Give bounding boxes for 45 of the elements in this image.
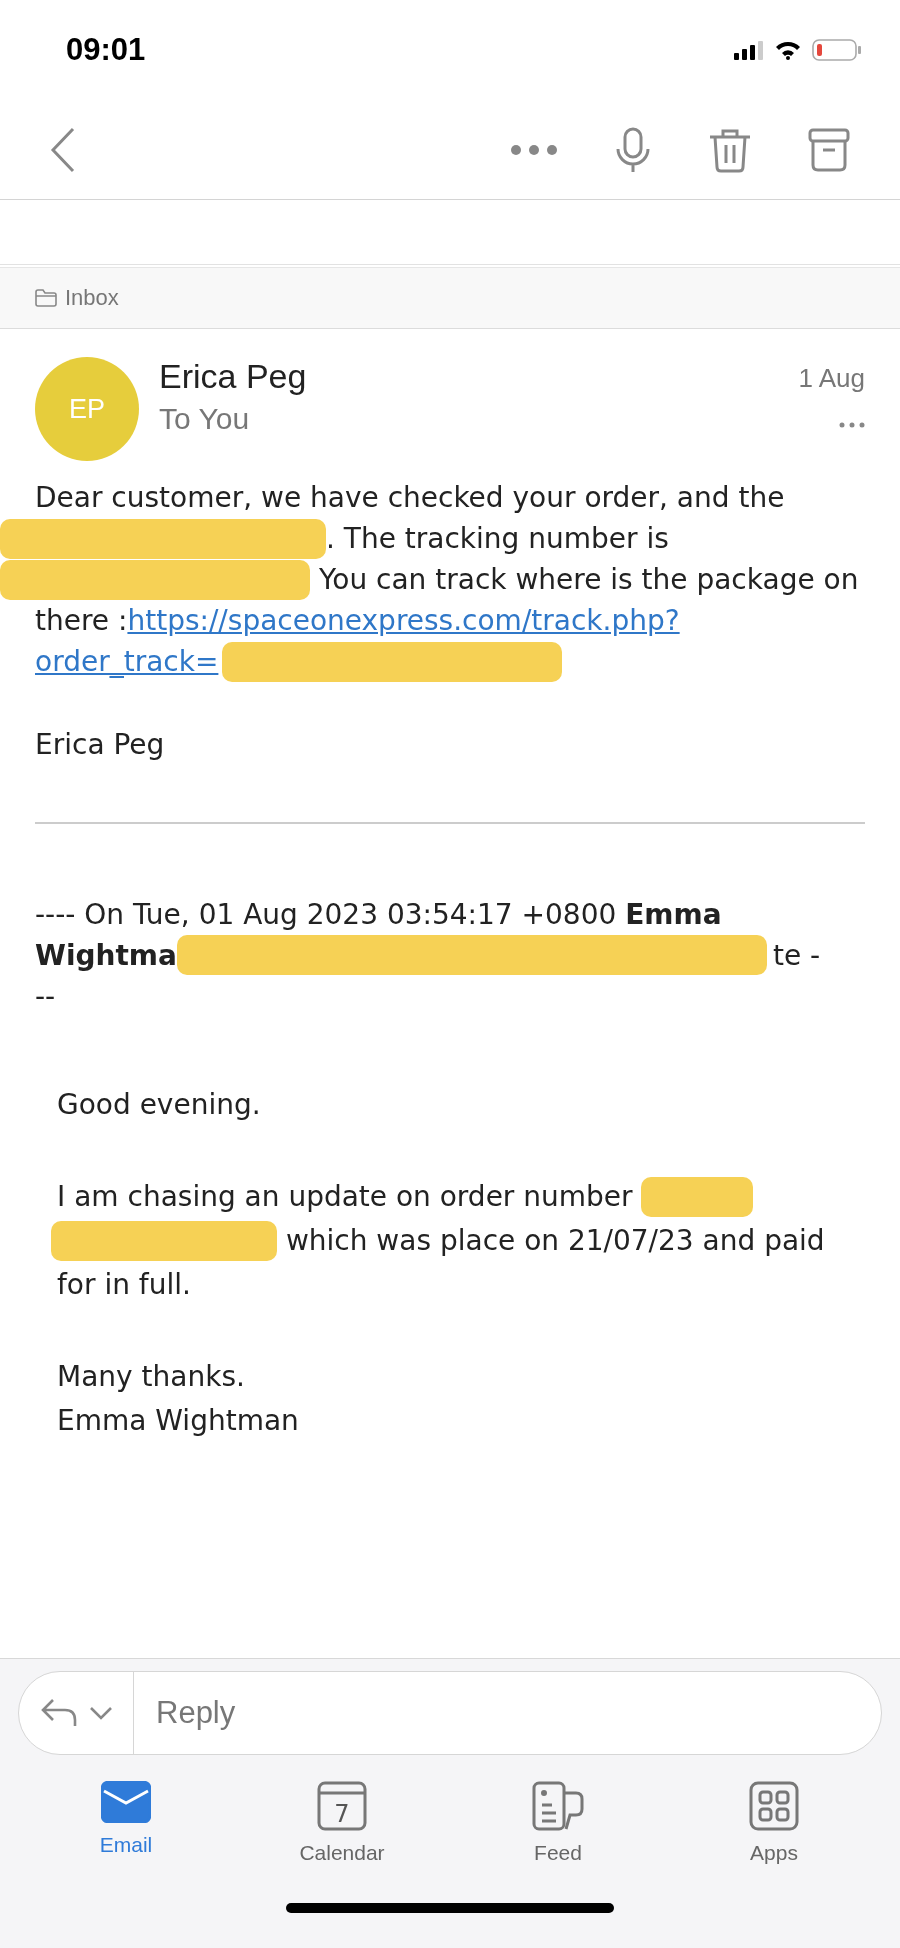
chevron-down-icon[interactable]	[89, 1706, 113, 1720]
archive-icon[interactable]	[808, 127, 850, 172]
body-text: te -	[772, 938, 821, 972]
body-text: Dear customer, we have checked your order, and the	[35, 480, 785, 516]
link[interactable]: https://spaceonexpress.com/track.php?	[127, 600, 680, 641]
body-text: there :	[35, 603, 128, 639]
body-text: Many thanks.	[57, 1360, 245, 1393]
folder-label[interactable]: Inbox	[65, 285, 119, 311]
body-text: which was place on 21/07/23 and paid	[284, 1224, 825, 1257]
body-text: . The tracking number is	[326, 521, 669, 557]
calendar-icon: 7	[317, 1781, 367, 1831]
body-text: You can track where is the package on	[317, 562, 859, 598]
reply-icon[interactable]	[41, 1698, 79, 1728]
signal-icon	[734, 40, 764, 60]
battery-icon	[812, 38, 862, 62]
body-text: for in full.	[57, 1268, 191, 1301]
sender-name: Emma	[625, 897, 722, 931]
mail-icon	[101, 1781, 151, 1823]
sender-name: Erica Peg	[159, 357, 307, 396]
body-text: I am chasing an update on order number	[57, 1180, 634, 1213]
feed-icon	[532, 1781, 584, 1831]
signature-text: Erica Peg	[35, 727, 166, 763]
message-date: 1 Aug	[798, 363, 865, 394]
reply-field[interactable]: Reply	[134, 1672, 881, 1754]
wifi-icon	[774, 40, 802, 60]
link[interactable]: order_track=	[35, 641, 219, 682]
tab[interactable]: Apps	[699, 1781, 849, 1865]
back-icon[interactable]	[50, 126, 76, 173]
body-text: Emma Wightman	[57, 1404, 299, 1437]
reply-bar[interactable]: Reply	[18, 1671, 882, 1755]
recipient-label: To You	[159, 402, 250, 436]
more-icon[interactable]	[839, 422, 865, 428]
tab[interactable]: 7 Calendar	[267, 1781, 417, 1865]
body-text: Good evening.	[57, 1088, 261, 1121]
folder-icon	[35, 289, 57, 307]
microphone-icon[interactable]	[614, 126, 652, 173]
tab[interactable]: Email	[51, 1781, 201, 1865]
more-icon[interactable]	[510, 143, 558, 156]
status-time: 09:01	[66, 32, 146, 68]
sender-name: Wightma	[35, 938, 177, 972]
avatar: EP	[35, 357, 139, 461]
apps-icon	[749, 1781, 799, 1831]
body-text: --	[35, 979, 56, 1013]
tab[interactable]: Feed	[483, 1781, 633, 1865]
body-text: ---- On Tue, 01 Aug 2023 03:54:17 +0800	[35, 897, 618, 931]
